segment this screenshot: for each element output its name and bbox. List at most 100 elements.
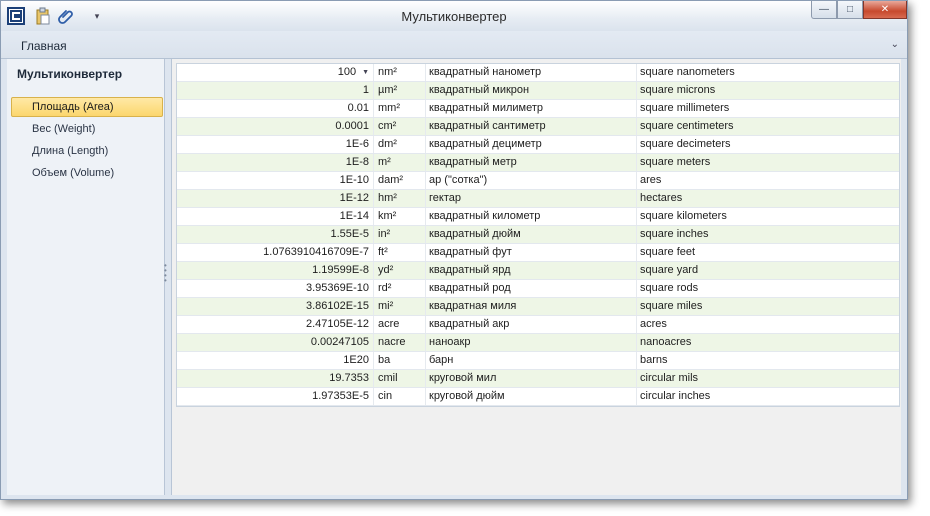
table-row[interactable]: 0.01 mm² квадратный милиметр square millime…	[177, 100, 899, 118]
unit-name-ru-cell: гектар	[426, 190, 637, 207]
table-row[interactable]: 1E-10 dam² ар ("сотка") ares	[177, 172, 899, 190]
unit-name-ru-cell: квадратный метр	[426, 154, 637, 171]
unit-name-en-cell: square miles	[640, 300, 703, 312]
unit-name-ru-cell: квадратный нанометр	[426, 64, 637, 81]
value-cell: 1E-6	[177, 136, 374, 153]
unit-name-en-cell: square centimeters	[640, 120, 734, 132]
value-text: 3.95369E-10	[306, 282, 369, 294]
unit-abbr-cell: in²	[374, 226, 426, 243]
value-cell: 1.55E-5	[177, 226, 374, 243]
value-cell: 1E-10	[177, 172, 374, 189]
sidebar-item-length[interactable]: Длина (Length)	[11, 141, 163, 161]
unit-name-ru-cell: квадратный род	[426, 280, 637, 297]
value-cell: 3.86102E-15	[177, 298, 374, 315]
table-row[interactable]: 0.00247105 nacre наноакр nanoacres	[177, 334, 899, 352]
conversion-grid: 100 ▼ nm² квадратный нанометр square nanomet…	[176, 63, 900, 407]
table-row[interactable]: 0.0001 cm² квадратный сантиметр square cent…	[177, 118, 899, 136]
unit-name-ru-cell: барн	[426, 352, 637, 369]
close-icon[interactable]: ✕	[863, 1, 907, 19]
title-bar[interactable]: ▾ Мультиконвертер — □ ✕	[1, 1, 907, 31]
value-cell: 1.19599E-8	[177, 262, 374, 279]
unit-name-ru-cell: квадратный ярд	[426, 262, 637, 279]
unit-name-en-cell: ares	[640, 174, 662, 186]
unit-name-en-cell: circular inches	[640, 390, 711, 402]
splitter-handle[interactable]: • • • •	[164, 262, 168, 285]
value-cell: 0.01	[177, 100, 374, 117]
value-cell: 1.97353E-5	[177, 388, 374, 405]
unit-name-ru-cell: квадратный милиметр	[426, 100, 637, 117]
unit-name-en-cell: hectares	[640, 192, 683, 204]
unit-name-en-cell: square nanometers	[640, 66, 735, 78]
value-text: 1E-8	[345, 156, 369, 168]
sidebar-item-area[interactable]: Площадь (Area)	[11, 97, 163, 117]
table-row[interactable]: 3.86102E-15 mi² квадратная миля square mile…	[177, 298, 899, 316]
table-row[interactable]: 1.19599E-8 yd² квадратный ярд square yard	[177, 262, 899, 280]
chevron-up-icon[interactable]: ⌄	[891, 39, 899, 50]
value-text: 1E-10	[339, 174, 369, 186]
table-row[interactable]: 19.7353 cmil круговой мил circular mils	[177, 370, 899, 388]
table-row[interactable]: 1E-14 km² квадратный километр square kilome…	[177, 208, 899, 226]
unit-abbr-cell: mi²	[374, 298, 426, 315]
unit-abbr-cell: nm²	[374, 64, 426, 81]
sidebar-title: Мультиконвертер	[17, 67, 123, 81]
unit-abbr-cell: ba	[374, 352, 426, 369]
table-row[interactable]: 3.95369E-10 rd² квадратный род square rods	[177, 280, 899, 298]
table-row[interactable]: 1.97353E-5 cin круговой дюйм circular inche…	[177, 388, 899, 406]
unit-abbr-cell: cin	[374, 388, 426, 405]
dropdown-arrow-icon[interactable]: ▼	[362, 69, 369, 76]
tab-main[interactable]: Главная	[21, 39, 67, 53]
unit-name-en-cell: circular mils	[640, 372, 699, 384]
sidebar-item-weight[interactable]: Вес (Weight)	[11, 119, 163, 139]
unit-abbr-cell: mm²	[374, 100, 426, 117]
unit-name-ru-cell: круговой мил	[426, 370, 637, 387]
unit-name-ru-cell: круговой дюйм	[426, 388, 637, 405]
table-row[interactable]: 1E-8 m² квадратный метр square meters	[177, 154, 899, 172]
table-row[interactable]: 1E-6 dm² квадратный дециметр square decimet…	[177, 136, 899, 154]
maximize-icon[interactable]: □	[837, 1, 863, 19]
table-row[interactable]: 1.0763910416709E-7 ft² квадратный фут squar…	[177, 244, 899, 262]
unit-name-en-cell: square meters	[640, 156, 711, 168]
value-text: 1E-6	[345, 138, 369, 150]
value-cell: 1E-12	[177, 190, 374, 207]
value-cell: 19.7353	[177, 370, 374, 387]
unit-name-ru-cell: квадратный километр	[426, 208, 637, 225]
minimize-icon[interactable]: —	[811, 1, 837, 19]
unit-name-en-cell: barns	[640, 354, 668, 366]
unit-name-en-cell: acres	[640, 318, 667, 330]
unit-abbr-cell: acre	[374, 316, 426, 333]
unit-name-ru-cell: квадратный акр	[426, 316, 637, 333]
unit-name-en-cell: square kilometers	[640, 210, 727, 222]
value-text: 0.0001	[335, 120, 369, 132]
value-cell: 1E-14	[177, 208, 374, 225]
value-text: 1.55E-5	[330, 228, 369, 240]
sidebar-item-volume[interactable]: Объем (Volume)	[11, 163, 163, 183]
value-input[interactable]: 100 ▼	[177, 64, 374, 81]
table-row[interactable]: 100 ▼ nm² квадратный нанометр square nanomet…	[177, 64, 899, 82]
value-text: 1E-12	[339, 192, 369, 204]
table-row[interactable]: 1 µm² квадратный микрон square microns	[177, 82, 899, 100]
unit-name-ru-cell: наноакр	[426, 334, 637, 351]
table-row[interactable]: 1E-12 hm² гектар hectares	[177, 190, 899, 208]
value-cell: 1	[177, 82, 374, 99]
table-row[interactable]: 1E20 ba барн barns	[177, 352, 899, 370]
value-text: 1.97353E-5	[312, 390, 369, 402]
unit-abbr-cell: km²	[374, 208, 426, 225]
table-row[interactable]: 1.55E-5 in² квадратный дюйм square inches	[177, 226, 899, 244]
ribbon-bar: Главная ⌄	[1, 31, 907, 59]
unit-abbr-cell: dam²	[374, 172, 426, 189]
unit-name-en-cell: square decimeters	[640, 138, 731, 150]
window-controls: — □ ✕	[811, 1, 907, 19]
value-text: 0.00247105	[310, 336, 369, 348]
category-list: Площадь (Area) Вес (Weight) Длина (Lengt…	[11, 97, 163, 185]
value-text: 1E-14	[339, 210, 369, 222]
unit-abbr-cell: m²	[374, 154, 426, 171]
unit-abbr-cell: cmil	[374, 370, 426, 387]
value-text: 3.86102E-15	[306, 300, 369, 312]
value-text: 100	[337, 66, 357, 78]
value-text: 1E20	[343, 354, 369, 366]
unit-abbr-cell: nacre	[374, 334, 426, 351]
sidebar: Мультиконвертер Площадь (Area) Вес (Weig…	[7, 59, 165, 495]
unit-name-ru-cell: ар ("сотка")	[426, 172, 637, 189]
table-row[interactable]: 2.47105E-12 acre квадратный акр acres	[177, 316, 899, 334]
unit-name-en-cell: square millimeters	[640, 102, 730, 114]
